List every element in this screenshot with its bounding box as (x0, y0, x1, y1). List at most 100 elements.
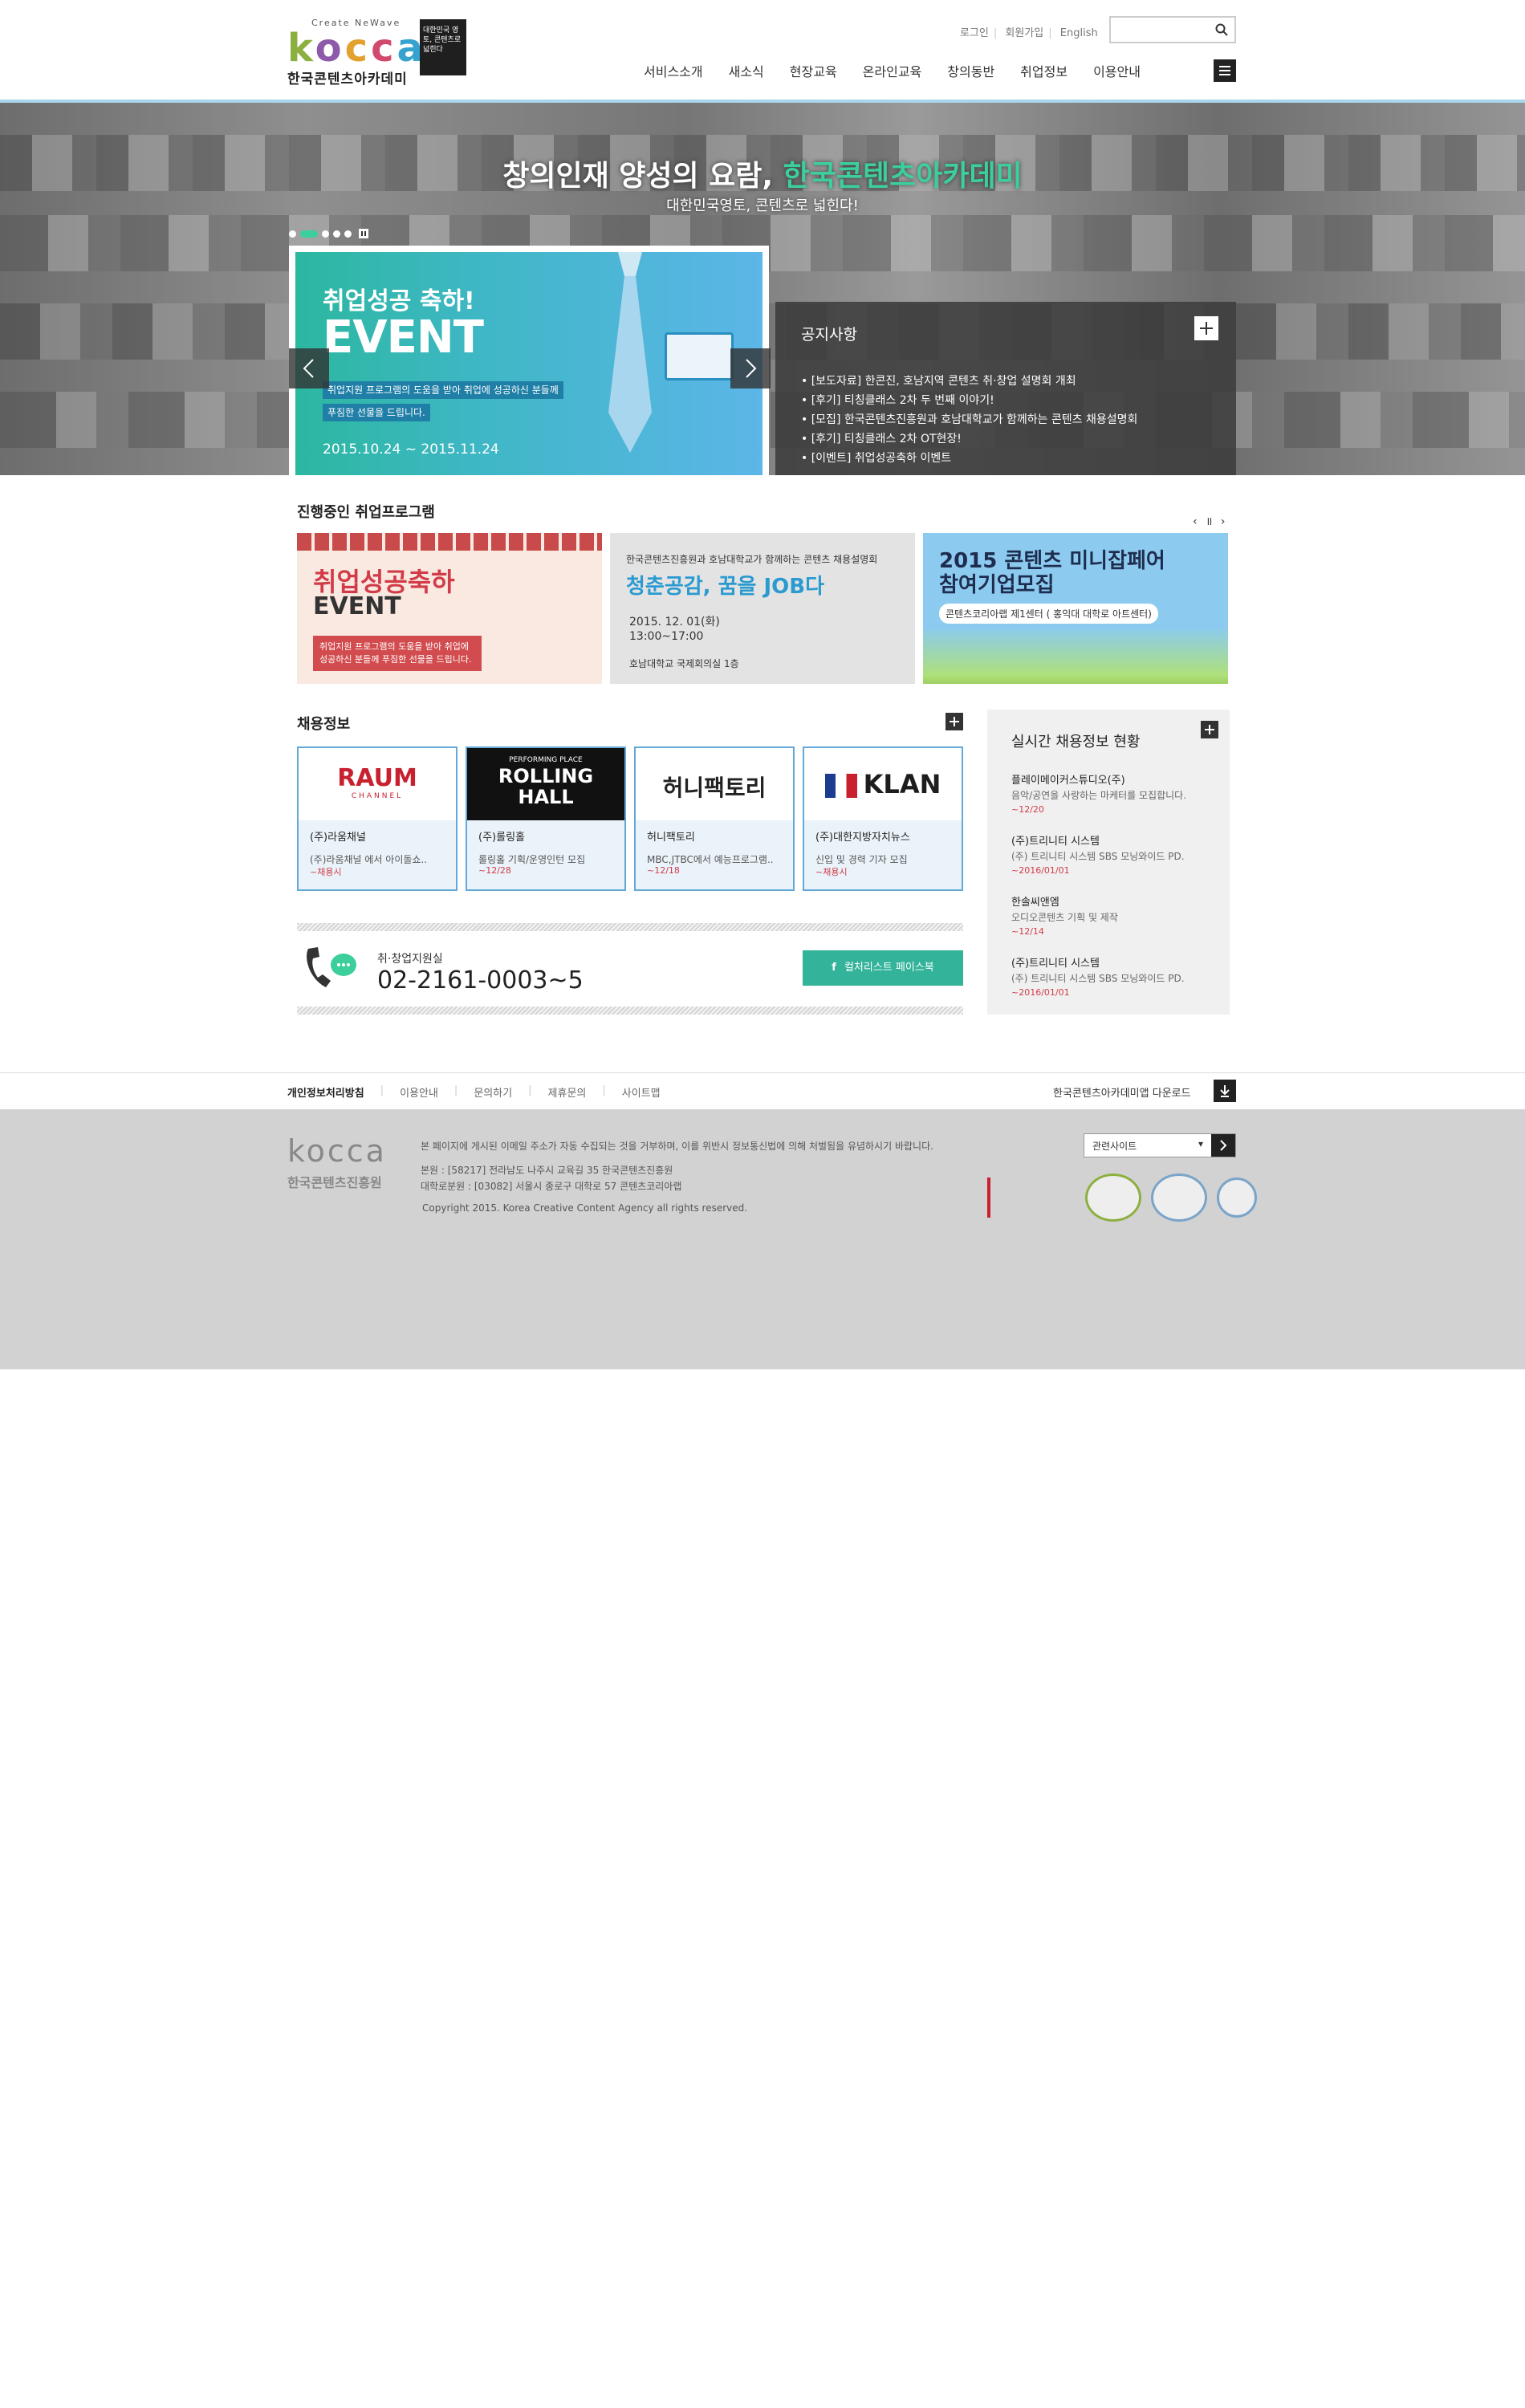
job-card[interactable]: PERFORMING PLACE ROLLING HALL (주)롤링홀 롤링홀… (466, 746, 626, 891)
notice-item[interactable]: [모집] 한국콘텐츠진흥원과 호남대학교가 함께하는 콘텐츠 채용설명회 (801, 410, 1210, 429)
main-nav: 서비스소개 새소식 현장교육 온라인교육 창의동반 취업정보 이용안내 (631, 61, 1153, 80)
city-illustration (923, 628, 1228, 684)
nav-item-guide[interactable]: 이용안내 (1093, 61, 1141, 80)
certification-marks (987, 1173, 1257, 1222)
event-title-line2: EVENT (323, 311, 484, 364)
facebook-button[interactable]: f 컬처리스트 페이스북 (803, 950, 963, 986)
nav-item-jobs[interactable]: 취업정보 (1020, 61, 1068, 80)
nav-item-field-education[interactable]: 현장교육 (790, 61, 837, 80)
event-banner[interactable]: 취업성공 축하! EVENT 취업지원 프로그램의 도움을 받아 취업에 성공하… (289, 246, 769, 475)
slide-prev-button[interactable] (289, 348, 329, 388)
realtime-item[interactable]: (주)트리니티 시스템 (주) 트리니티 시스템 SBS 모닝와이드 PD. ~… (1011, 957, 1206, 1000)
logo-wordmark: kocca (287, 26, 426, 71)
program-card-minijobfair[interactable]: 2015 콘텐츠 미니잡페어 참여기업모집 콘텐츠코리아랩 제1센터 ( 홍익대… (923, 533, 1228, 684)
program-card-jobfair[interactable]: 한국콘텐츠진흥원과 호남대학교가 함께하는 콘텐츠 채용설명회 청춘공감, 꿈을… (610, 533, 915, 684)
footer-link-contact[interactable]: 문의하기 (474, 1084, 512, 1100)
cert-mark-icon (1151, 1173, 1207, 1222)
phone-icon (307, 947, 356, 987)
program-card-event[interactable]: 취업성공축하 EVENT 취업지원 프로그램의 도움을 받아 취업에 성공하신 … (297, 533, 602, 684)
login-link[interactable]: 로그인 (960, 27, 989, 39)
necktie-illustration (608, 252, 652, 453)
slide-dot[interactable] (322, 230, 329, 238)
app-download-label[interactable]: 한국콘텐츠아카데미앱 다운로드 (1053, 1084, 1191, 1100)
realtime-item[interactable]: (주)트리니티 시스템 (주) 트리니티 시스템 SBS 모닝와이드 PD. ~… (1011, 835, 1206, 878)
job-card[interactable]: KLAN (주)대한지방자치뉴스 신입 및 경력 기자 모집 ~채용시 (803, 746, 963, 891)
jobs-more-plus-icon[interactable] (946, 713, 963, 730)
company-logo: RAUM CHANNEL (299, 748, 456, 820)
notice-item[interactable]: [후기] 티칭클래스 2차 OT현장! (801, 429, 1210, 449)
footer-logo: kocca 한국콘텐츠진흥원 (287, 1133, 387, 1190)
signup-link[interactable]: 회원가입 (1005, 27, 1043, 39)
realtime-more-plus-icon[interactable] (1201, 721, 1218, 738)
contact-label: 취·창업지원실 (377, 953, 443, 966)
go-button[interactable] (1211, 1134, 1235, 1157)
chevron-right-icon[interactable]: › (1221, 515, 1226, 528)
jobs-title: 채용정보 (297, 716, 351, 733)
related-sites-select[interactable]: 관련사이트 ▾ (1084, 1133, 1236, 1157)
pause-icon[interactable] (359, 229, 368, 238)
slide-dot-active[interactable] (300, 230, 318, 238)
job-card[interactable]: RAUM CHANNEL (주)라움채널 (주)라움채널 에서 아이돌쇼.. ~… (297, 746, 458, 891)
hero-title: 창의인재 양성의 요람, 한국콘텐츠아카데미 (502, 160, 1023, 193)
footer-link-partnership[interactable]: 제휴문의 (548, 1084, 587, 1100)
search-input[interactable] (1111, 18, 1207, 40)
kocca-logo[interactable]: Create NeWave kocca 한국콘텐츠아카데미 대한민국 영토, 콘… (287, 18, 472, 87)
footer-link-bar: 개인정보처리방침 | 이용안내 | 문의하기 | 제휴문의 | 사이트맵 한국콘텐츠아카… (0, 1072, 1525, 1109)
program-card-description: 취업지원 프로그램의 도움을 받아 취업에 성공하신 분들께 푸짐한 선물을 드… (313, 636, 482, 671)
job-deadline: ~12/18 (647, 865, 680, 876)
english-link[interactable]: English (1060, 27, 1098, 39)
slide-pagination (289, 229, 368, 238)
slide-dot[interactable] (344, 230, 352, 238)
program-card-location: 호남대학교 국제회의실 1층 (629, 658, 739, 669)
logo-subtitle: 한국콘텐츠아카데미 (287, 71, 408, 87)
footer-link-privacy[interactable]: 개인정보처리방침 (287, 1084, 364, 1100)
nav-item-creative[interactable]: 창의동반 (947, 61, 994, 80)
company-logo: KLAN (804, 748, 962, 820)
job-description: MBC,JTBC에서 예능프로그램.. (647, 854, 774, 865)
menu-icon[interactable] (1214, 59, 1236, 82)
slide-dot[interactable] (289, 230, 296, 238)
notice-item[interactable]: [후기] 티칭클래스 2차 두 번째 이야기! (801, 391, 1210, 410)
footer-link-guide[interactable]: 이용안내 (400, 1084, 438, 1100)
footer-link-sitemap[interactable]: 사이트맵 (622, 1084, 661, 1100)
chevron-right-icon (746, 359, 757, 378)
program-card-date: 2015. 12. 01(화) 13:00~17:00 (629, 616, 720, 643)
job-deadline: ~12/28 (478, 865, 511, 876)
search-box (1109, 16, 1236, 43)
header: Create NeWave kocca 한국콘텐츠아카데미 대한민국 영토, 콘… (0, 0, 1525, 103)
slide-dot[interactable] (333, 230, 340, 238)
program-card-subtitle: EVENT (313, 592, 401, 620)
nav-item-online-education[interactable]: 온라인교육 (863, 61, 922, 80)
job-description: 롤링홀 기획/운영인턴 모집 (478, 854, 586, 865)
notice-panel: 공지사항 [보도자료] 한콘진, 호남지역 콘텐츠 취·창업 설명회 개최 [후… (775, 302, 1236, 475)
hero-subtitle: 대한민국영토, 콘텐츠로 넓힌다! (666, 197, 859, 214)
realtime-item[interactable]: 플레이메이커스튜디오(주) 음악/공연을 사랑하는 마케터를 모집합니다. ~1… (1011, 774, 1206, 817)
company-logo: 허니팩토리 (636, 748, 793, 820)
company-logo: PERFORMING PLACE ROLLING HALL (467, 748, 624, 820)
job-description: 신입 및 경력 기자 모집 (815, 854, 908, 865)
gei-mark-icon (1217, 1178, 1257, 1218)
chevron-left-icon (303, 359, 314, 378)
event-description: 취업지원 프로그램의 도움을 받아 취업에 성공하신 분들께 푸짐한 선물을 드립… (323, 379, 580, 424)
pause-icon[interactable]: ॥ (1206, 515, 1212, 528)
realtime-title: 실시간 채용정보 현황 (1011, 734, 1141, 750)
program-slider-controls: ‹ ॥ › (1193, 514, 1231, 528)
program-card-title: 청춘공감, 꿈을 JOB다 (626, 575, 825, 599)
hero-banner: 창의인재 양성의 요람, 한국콘텐츠아카데미 대한민국영토, 콘텐츠로 넓힌다!… (0, 103, 1525, 475)
nav-item-service[interactable]: 서비스소개 (644, 61, 703, 80)
realtime-jobs-panel: 실시간 채용정보 현황 플레이메이커스튜디오(주) 음악/공연을 사랑하는 마케… (987, 710, 1230, 1015)
search-icon[interactable] (1215, 23, 1228, 36)
notice-item[interactable]: [보도자료] 한콘진, 호남지역 콘텐츠 취·창업 설명회 개최 (801, 372, 1210, 391)
company-name: (주)대한지방자치뉴스 (815, 832, 910, 844)
realtime-item[interactable]: 한솔씨앤엠 오디오콘텐츠 기획 및 제작 ~12/14 (1011, 896, 1206, 939)
nav-item-news[interactable]: 새소식 (729, 61, 764, 80)
slide-next-button[interactable] (730, 348, 771, 388)
wa-mark-icon (1085, 1173, 1141, 1222)
chevron-left-icon[interactable]: ‹ (1193, 515, 1198, 528)
notice-more-plus-icon[interactable] (1194, 316, 1218, 340)
job-card[interactable]: 허니팩토리 허니팩토리 MBC,JTBC에서 예능프로그램.. ~12/18 (634, 746, 795, 891)
notice-title: 공지사항 (801, 326, 857, 344)
logo-badge: 대한민국 영토, 콘텐츠로 넓힌다 (420, 19, 466, 75)
download-icon[interactable] (1214, 1080, 1236, 1102)
notice-item[interactable]: [이벤트] 취업성공축하 이벤트 (801, 449, 1210, 468)
